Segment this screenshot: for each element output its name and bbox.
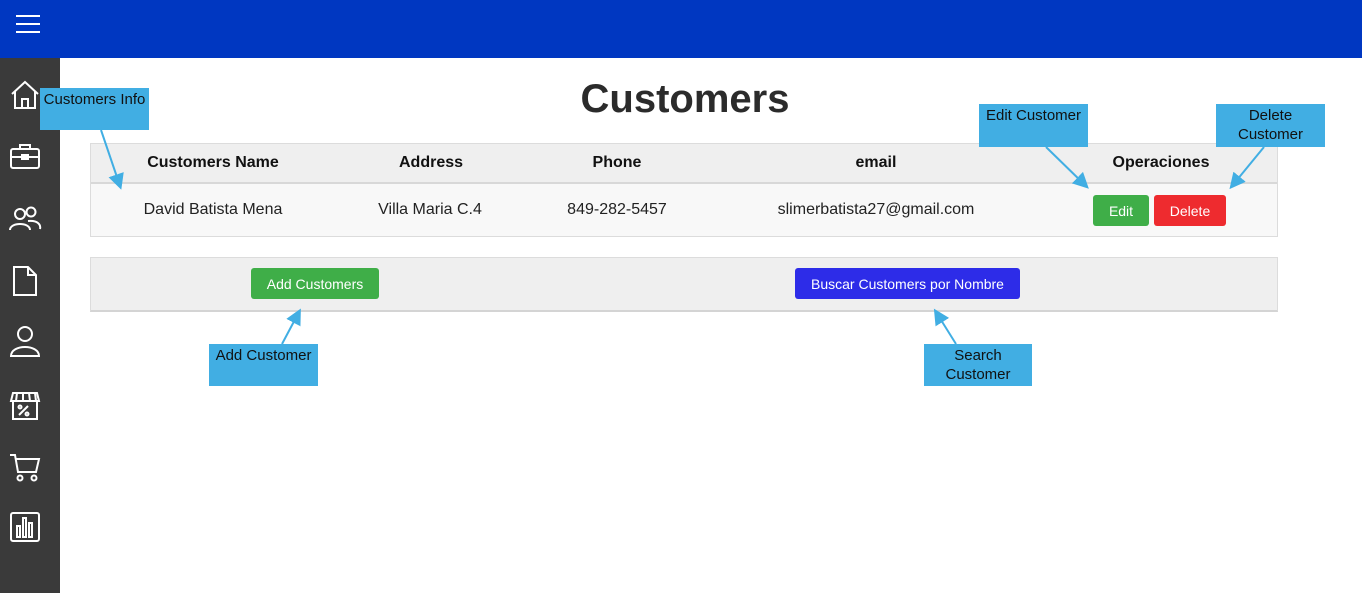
header-operaciones: Operaciones [1112,154,1210,171]
briefcase-icon[interactable] [8,140,42,174]
header-email: email [855,154,897,171]
bar-chart-icon[interactable] [8,510,42,544]
cell-phone: 849-282-5457 [567,201,667,218]
search-customers-button[interactable]: Buscar Customers por Nombre [795,268,1020,299]
callout-edit-customer: Edit Customer [979,104,1088,147]
page-title: Customers [580,77,790,121]
callout-delete-customer: Delete Customer [1216,104,1325,147]
arrow-search-customer [933,308,957,345]
sidebar [0,58,60,593]
table-header: Customers Name Address Phone email Opera… [91,144,1277,184]
arrow-add-customer [281,308,301,345]
cart-icon[interactable] [8,450,42,484]
callout-customers-info: Customers Info [40,88,149,130]
store-icon[interactable] [8,388,42,422]
add-customers-button[interactable]: Add Customers [251,268,379,299]
users-icon[interactable] [8,202,42,236]
document-icon[interactable] [8,264,42,298]
customers-table: Customers Name Address Phone email Opera… [90,143,1278,237]
cell-name: David Batista Mena [143,201,283,218]
header-address: Address [398,154,464,171]
actions-bar: Add Customers Buscar Customers por Nombr… [90,257,1278,312]
header-phone: Phone [592,154,642,171]
delete-button[interactable]: Delete [1154,195,1226,226]
callout-add-customer: Add Customer [209,344,318,386]
callout-search-customer: Search Customer [924,344,1032,386]
cell-address: Villa Maria C.4 [378,201,482,218]
user-icon[interactable] [8,324,42,358]
top-bar [0,0,1362,58]
home-icon[interactable] [8,78,42,112]
hamburger-menu-icon[interactable] [14,12,42,36]
header-customers-name: Customers Name [147,154,279,171]
edit-button[interactable]: Edit [1093,195,1149,226]
cell-email: slimerbatista27@gmail.com [777,201,975,218]
